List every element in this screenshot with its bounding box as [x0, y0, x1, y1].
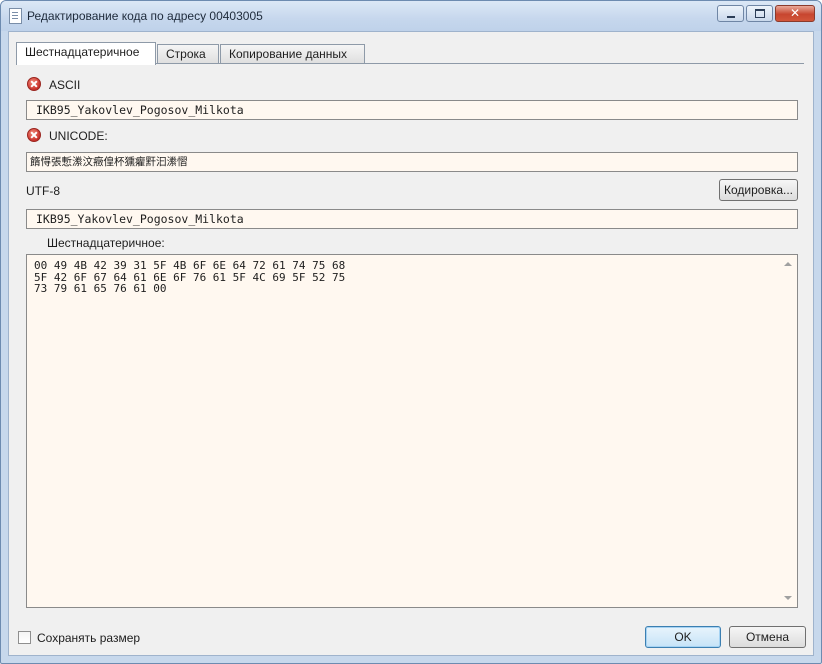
dialog-body: Шестнадцатеричное Строка Копирование дан… — [8, 31, 814, 656]
edit-code-dialog: Редактирование кода по адресу 00403005 ✕… — [0, 0, 822, 664]
maximize-button[interactable] — [746, 5, 773, 22]
hex-line: 73 79 61 65 76 61 00 — [34, 282, 167, 295]
document-icon — [9, 8, 22, 24]
minimize-icon — [726, 15, 735, 18]
scroll-up-arrow-icon[interactable] — [784, 262, 792, 266]
unicode-field[interactable]: 䭉㥂張慙潫汶癥偟杯獯癯䵟汩潫慴 — [26, 152, 798, 172]
close-button[interactable]: ✕ — [775, 5, 815, 22]
scroll-down-arrow-icon[interactable] — [784, 596, 792, 600]
maximize-icon — [754, 9, 765, 18]
encoding-button[interactable]: Кодировка... — [719, 179, 798, 201]
tab-copy-data[interactable]: Копирование данных — [220, 44, 365, 64]
ascii-error-icon — [27, 77, 41, 91]
utf8-label: UTF-8 — [26, 184, 60, 198]
hex-line: 00 49 4B 42 39 31 5F 4B 6F 6E 64 72 61 7… — [34, 259, 346, 272]
hex-label: Шестнадцатеричное: — [47, 236, 165, 250]
title-bar[interactable]: Редактирование кода по адресу 00403005 ✕ — [1, 1, 821, 31]
utf8-field[interactable]: IKB95_Yakovlev_Pogosov_Milkota — [26, 209, 798, 229]
cancel-button[interactable]: Отмена — [729, 626, 806, 648]
minimize-button[interactable] — [717, 5, 744, 22]
ok-button[interactable]: OK — [645, 626, 721, 648]
window-title: Редактирование кода по адресу 00403005 — [27, 9, 263, 23]
vertical-scrollbar[interactable] — [780, 255, 797, 607]
unicode-label: UNICODE: — [49, 129, 108, 143]
unicode-error-icon — [27, 128, 41, 142]
close-icon: ✕ — [789, 6, 801, 20]
tab-hex[interactable]: Шестнадцатеричное — [16, 42, 156, 65]
ascii-label: ASCII — [49, 78, 81, 92]
ascii-field[interactable]: IKB95_Yakovlev_Pogosov_Milkota — [26, 100, 798, 120]
tab-string[interactable]: Строка — [157, 44, 219, 64]
keep-size-label: Сохранять размер — [37, 631, 141, 645]
hex-editor[interactable]: 00 49 4B 42 39 31 5F 4B 6F 6E 64 72 61 7… — [26, 254, 798, 608]
keep-size-checkbox[interactable] — [18, 631, 31, 644]
hex-content: 00 49 4B 42 39 31 5F 4B 6F 6E 64 72 61 7… — [34, 260, 345, 295]
